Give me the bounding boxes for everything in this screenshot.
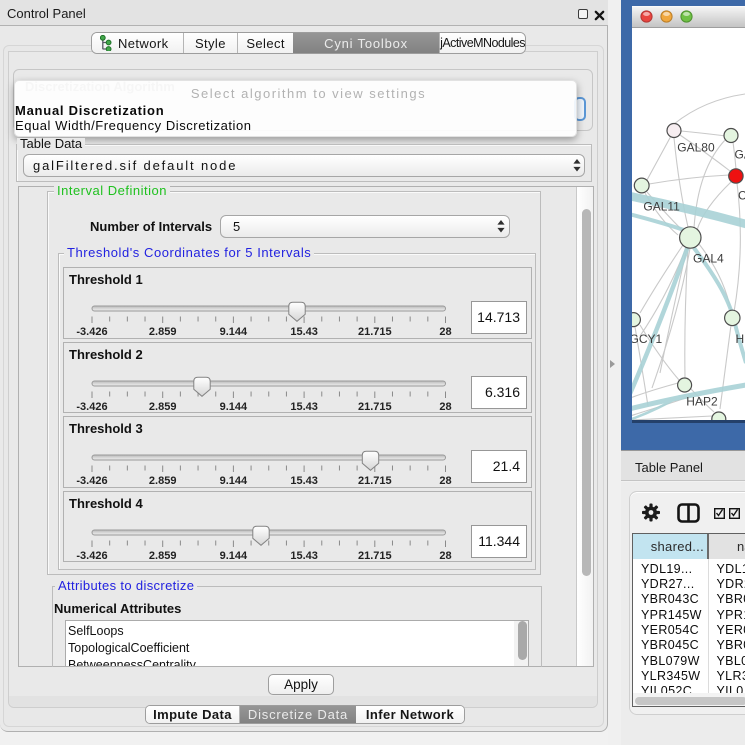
svg-text:9.144: 9.144 — [220, 550, 248, 562]
svg-text:-3.426: -3.426 — [76, 475, 107, 487]
svg-text:15.43: 15.43 — [290, 401, 318, 413]
svg-text:H: H — [736, 332, 745, 346]
svg-text:21.715: 21.715 — [358, 326, 392, 338]
svg-text:15.43: 15.43 — [290, 326, 318, 338]
svg-text:C: C — [738, 189, 745, 203]
svg-text:-3.426: -3.426 — [76, 326, 107, 338]
svg-text:2.859: 2.859 — [149, 550, 177, 562]
svg-text:15.43: 15.43 — [290, 475, 318, 487]
svg-text:21.715: 21.715 — [358, 475, 392, 487]
svg-text:GAL80: GAL80 — [677, 141, 715, 155]
svg-text:28: 28 — [439, 475, 451, 487]
svg-text:28: 28 — [439, 550, 451, 562]
svg-text:28: 28 — [439, 326, 451, 338]
svg-text:GAL11: GAL11 — [643, 200, 680, 214]
svg-text:GCY1: GCY1 — [632, 332, 663, 346]
svg-text:GA: GA — [735, 148, 745, 162]
svg-text:9.144: 9.144 — [220, 401, 248, 413]
svg-text:-3.426: -3.426 — [76, 401, 107, 413]
svg-text:9.144: 9.144 — [220, 475, 248, 487]
svg-text:9.144: 9.144 — [220, 326, 248, 338]
svg-text:2.859: 2.859 — [149, 326, 177, 338]
svg-text:21.715: 21.715 — [358, 550, 392, 562]
svg-text:HAP2: HAP2 — [686, 395, 718, 409]
svg-text:21.715: 21.715 — [358, 401, 392, 413]
svg-text:-3.426: -3.426 — [76, 550, 107, 562]
svg-text:2.859: 2.859 — [149, 401, 177, 413]
svg-text:28: 28 — [439, 401, 451, 413]
svg-text:15.43: 15.43 — [290, 550, 318, 562]
svg-text:GAL4: GAL4 — [693, 252, 724, 266]
svg-text:2.859: 2.859 — [149, 475, 177, 487]
